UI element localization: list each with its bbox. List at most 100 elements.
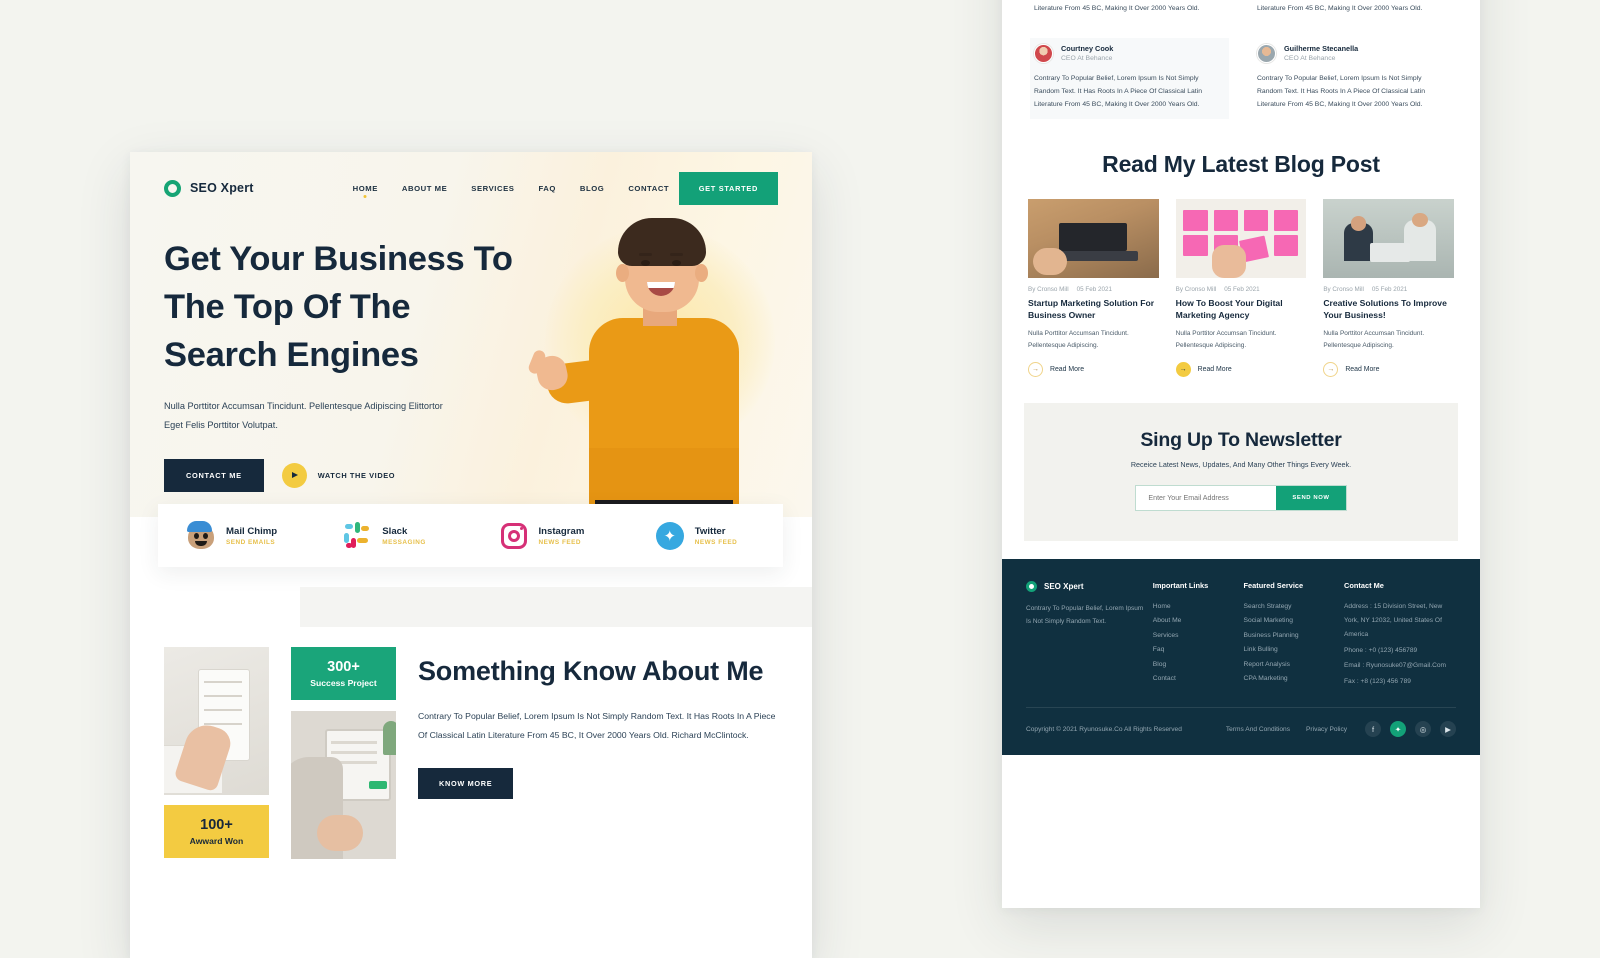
know-more-button[interactable]: KNOW MORE [418, 767, 514, 799]
left-mockup-panel: SEO Xpert HOME ABOUT ME SERVICES FAQ BLO… [130, 152, 812, 958]
footer-service-report-analysis[interactable]: Report Analysis [1244, 658, 1337, 672]
copyright-text: Copyright © 2021 Ryunosuke.Co All Rights… [1026, 725, 1182, 733]
read-more-button[interactable]: → Read More [1323, 362, 1454, 378]
badge-label: Success Project [310, 678, 377, 688]
partner-sub: SEND EMAILS [226, 538, 276, 546]
footer-about-text: Contrary To Popular Belief, Lorem Ipsum … [1026, 605, 1144, 626]
footer-link-about-me[interactable]: About Me [1153, 614, 1236, 628]
read-more-label: Read More [1345, 366, 1380, 374]
about-media-mid: 300+ Success Project [291, 647, 396, 859]
footer-service-business-planning[interactable]: Business Planning [1244, 629, 1337, 643]
badge-label: Awward Won [189, 836, 244, 846]
arrow-right-icon: → [1028, 362, 1043, 378]
blog-date: 05 Feb 2021 [1371, 285, 1408, 293]
partner-name: Twitter [694, 525, 726, 537]
blog-excerpt: Nulla Porttitor Accumsan Tincidunt. Pell… [1323, 329, 1425, 350]
nav-item-about-me[interactable]: ABOUT ME [402, 184, 447, 193]
hero-person-illustration [517, 208, 812, 526]
blog-excerpt: Nulla Porttitor Accumsan Tincidunt. Pell… [1028, 329, 1129, 350]
instagram-icon[interactable]: ◎ [1415, 721, 1431, 738]
site-footer: SEO Xpert Contrary To Popular Belief, Lo… [1002, 559, 1480, 756]
feedback-author-name: Courtney Cook [1061, 44, 1114, 53]
nav-item-contact[interactable]: CONTACT [628, 184, 669, 193]
partner-slack[interactable]: Slack MESSAGING [314, 521, 470, 551]
footer-social-links: f ✦ ◎ ▶ [1365, 721, 1456, 738]
blog-card[interactable]: By Cronso Mill 05 Feb 2021 Startup Marke… [1028, 198, 1159, 378]
arrow-right-icon: → [1175, 362, 1191, 378]
partner-instagram[interactable]: Instagram NEWS FEED [471, 521, 627, 551]
blog-card[interactable]: By Cronso Mill 05 Feb 2021 Creative Solu… [1323, 198, 1454, 378]
brand-logo[interactable]: SEO Xpert [164, 179, 254, 197]
blog-author: By Cronso Mill [1323, 285, 1364, 293]
feedback-text: Contrary To Popular Belief, Lorem Ipsum … [1257, 74, 1425, 109]
footer-service-search-strategy[interactable]: Search Strategy [1244, 600, 1337, 614]
about-section: 100+ Awward Won 300+ Success Project Som… [164, 647, 779, 859]
feedback-section: Feedback Contrary To Popular Belief, Lor… [1002, 0, 1480, 120]
get-started-button[interactable]: GET STARTED [678, 171, 778, 205]
footer-service-link-bulling[interactable]: Link Bulling [1244, 643, 1337, 657]
footer-link-contact[interactable]: Contact [1153, 672, 1236, 686]
feedback-text: Contrary To Popular Belief, Lorem Ipsum … [1034, 74, 1202, 109]
read-more-button[interactable]: → Read More [1028, 362, 1159, 378]
hero-copy: Get Your Business To The Top Of The Sear… [164, 224, 519, 492]
newsletter-subtitle: Receice Latest News, Updates, And Many O… [1130, 460, 1352, 470]
badge-number: 100+ [200, 817, 233, 833]
footer-link-faq[interactable]: Faq [1153, 643, 1236, 657]
twitter-icon[interactable]: ✦ [1390, 721, 1406, 738]
footer-link-services[interactable]: Services [1153, 629, 1236, 643]
about-title: Something Know About Me [418, 656, 764, 686]
nav-item-blog[interactable]: BLOG [580, 184, 604, 193]
nav-item-services[interactable]: SERVICES [471, 184, 514, 193]
footer-service-social-marketing[interactable]: Social Marketing [1244, 614, 1337, 628]
email-input[interactable] [1136, 486, 1277, 511]
read-more-label: Read More [1050, 366, 1085, 374]
footer-link-blog[interactable]: Blog [1153, 658, 1236, 672]
nav-item-faq[interactable]: FAQ [538, 184, 555, 193]
play-icon [281, 462, 307, 488]
blog-grid: By Cronso Mill 05 Feb 2021 Startup Marke… [1028, 198, 1454, 378]
avatar [1257, 43, 1276, 63]
blog-heading: Read My Latest Blog Post [1102, 151, 1380, 178]
newsletter-section: Sing Up To Newsletter Receice Latest New… [1024, 403, 1458, 542]
terms-link[interactable]: Terms And Conditions [1226, 726, 1290, 733]
contact-me-button[interactable]: CONTACT ME [164, 458, 264, 492]
footer-service-heading: Featured Service [1243, 581, 1304, 591]
footer-link-home[interactable]: Home [1153, 600, 1236, 614]
partner-strip: Mail Chimp SEND EMAILS Slack MESSAGING I… [158, 504, 783, 567]
watch-video-button[interactable]: WATCH THE VIDEO [281, 462, 395, 488]
nav-item-home[interactable]: HOME [353, 184, 378, 193]
brand-name: SEO Xpert [190, 181, 254, 195]
blog-title: Startup Marketing Solution For Business … [1028, 297, 1155, 320]
mailchimp-icon [186, 520, 216, 551]
footer-phone: Phone : +0 (123) 456789 [1344, 646, 1418, 654]
feedback-author-role: CEO At Behance [1284, 55, 1336, 62]
about-photo-notebook [164, 647, 269, 795]
blog-card[interactable]: By Cronso Mill 05 Feb 2021 How To Boost … [1175, 198, 1307, 378]
about-copy: Something Know About Me Contrary To Popu… [418, 647, 779, 859]
feedback-author-name: Guilherme Stecanella [1284, 44, 1359, 53]
blog-meta: By Cronso Mill 05 Feb 2021 [1028, 286, 1159, 293]
footer-logo[interactable]: SEO Xpert [1026, 581, 1145, 593]
about-media-left: 100+ Awward Won [164, 647, 269, 859]
about-text: Contrary To Popular Belief, Lorem Ipsum … [418, 711, 776, 740]
blog-excerpt: Nulla Porttitor Accumsan Tincidunt. Pell… [1175, 329, 1277, 350]
blog-meta: By Cronso Mill 05 Feb 2021 [1176, 286, 1307, 293]
logo-ring-icon [164, 179, 181, 197]
partner-mailchimp[interactable]: Mail Chimp SEND EMAILS [158, 520, 314, 551]
footer-service-cpa-marketing[interactable]: CPA Marketing [1244, 672, 1337, 686]
facebook-icon[interactable]: f [1365, 721, 1381, 738]
partner-twitter[interactable]: ✦ Twitter NEWS FEED [627, 521, 783, 551]
feedback-card: Hian Oliveira CEO At Behance Contrary To… [1253, 0, 1452, 24]
footer-contact-column: Contact Me Address : 15 Division Street,… [1344, 581, 1456, 689]
footer-brand-column: SEO Xpert Contrary To Popular Belief, Lo… [1026, 581, 1145, 689]
partner-sub: NEWS FEED [538, 538, 581, 546]
read-more-button[interactable]: → Read More [1175, 362, 1307, 378]
footer-legal-links: Terms And Conditions Privacy Policy [1226, 726, 1347, 733]
footer-links-column: Important Links Home About Me Services F… [1153, 581, 1236, 689]
about-photo-laptop [291, 711, 396, 859]
privacy-link[interactable]: Privacy Policy [1306, 726, 1347, 733]
feedback-card: Tushar Chowdhury CEO At Apple Contrary T… [1030, 0, 1229, 24]
send-now-button[interactable]: SEND NOW [1276, 486, 1346, 511]
youtube-icon[interactable]: ▶ [1440, 721, 1456, 738]
feedback-card: Courtney Cook CEO At Behance Contrary To… [1030, 37, 1229, 120]
